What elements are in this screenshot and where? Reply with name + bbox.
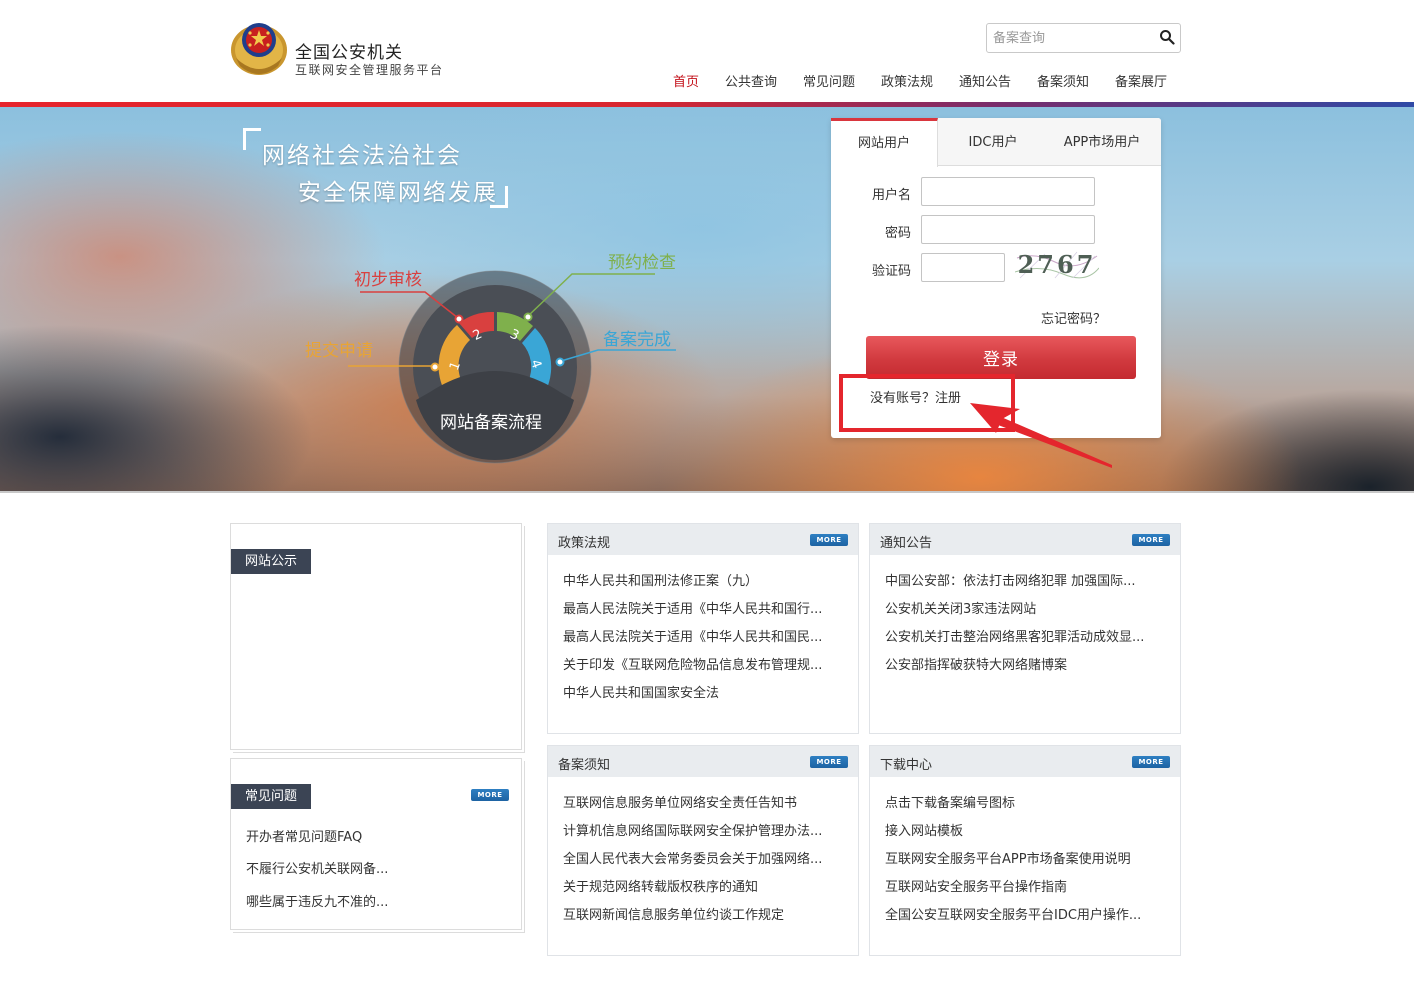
site-notice-card: 网站公示 bbox=[230, 523, 522, 750]
filing-guide-more-button[interactable]: MORE bbox=[810, 756, 848, 768]
site-notice-label: 网站公示 bbox=[231, 549, 312, 574]
flow-dot-2 bbox=[454, 314, 464, 324]
panel-header: 下载中心 MORE bbox=[870, 746, 1180, 777]
search-box bbox=[986, 23, 1181, 53]
nav-notices[interactable]: 通知公告 bbox=[959, 71, 1011, 90]
captcha-input[interactable] bbox=[921, 253, 1005, 282]
captcha-label: 验证码 bbox=[871, 264, 911, 279]
list-item[interactable]: 中华人民共和国刑法修正案（九） bbox=[563, 570, 848, 589]
forgot-password-link[interactable]: 忘记密码？ bbox=[1041, 308, 1106, 327]
logo-subtitle: 互联网安全管理服务平台 bbox=[295, 63, 444, 77]
list-item[interactable]: 全国人民代表大会常务委员会关于加强网络... bbox=[563, 848, 848, 867]
nav-policy[interactable]: 政策法规 bbox=[881, 71, 933, 90]
slogan-bracket-close bbox=[490, 186, 508, 208]
police-emblem-icon bbox=[231, 23, 287, 75]
nav-public-query[interactable]: 公共查询 bbox=[725, 71, 777, 90]
flow-dot-3 bbox=[523, 312, 533, 322]
list-item[interactable]: 最高人民法院关于适用《中华人民共和国行... bbox=[563, 598, 848, 617]
flow-dot-1 bbox=[430, 362, 440, 372]
login-tabs: 网站用户 IDC用户 APP市场用户 bbox=[831, 118, 1161, 167]
list-item[interactable]: 关于印发《互联网危险物品信息发布管理规... bbox=[563, 654, 848, 673]
flow-title: 网站备案流程 bbox=[440, 413, 542, 433]
downloads-more-button[interactable]: MORE bbox=[1132, 756, 1170, 768]
faq-more-button[interactable]: MORE bbox=[471, 789, 509, 801]
faq-item[interactable]: 不履行公安机关联网备... bbox=[246, 858, 388, 877]
panel-title: 备案须知 bbox=[558, 758, 611, 773]
list-item[interactable]: 互联网安全服务平台APP市场备案使用说明 bbox=[885, 848, 1170, 867]
notices-more-button[interactable]: MORE bbox=[1132, 534, 1170, 546]
password-label: 密码 bbox=[884, 226, 911, 241]
list-item[interactable]: 接入网站模板 bbox=[885, 820, 1170, 839]
tab-website-user[interactable]: 网站用户 bbox=[831, 118, 938, 167]
faq-item[interactable]: 开办者常见问题FAQ bbox=[246, 826, 362, 845]
annotation-arrow-icon bbox=[970, 403, 1112, 468]
faq-item[interactable]: 哪些属于违反九不准的... bbox=[246, 891, 388, 910]
username-label: 用户名 bbox=[871, 188, 911, 203]
panel-title: 通知公告 bbox=[880, 536, 933, 551]
flow-step-label-2: 初步审核 bbox=[354, 270, 422, 290]
list-item[interactable]: 公安机关打击整治网络黑客犯罪活动成效显... bbox=[885, 626, 1170, 645]
faq-card: 常见问题 MORE 开办者常见问题FAQ 不履行公安机关联网备... 哪些属于违… bbox=[230, 758, 522, 930]
nav-filing-hall[interactable]: 备案展厅 bbox=[1115, 71, 1167, 90]
panel-filing-guide: 备案须知 MORE 互联网信息服务单位网络安全责任告知书 计算机信息网络国际联网… bbox=[547, 745, 859, 956]
panel-header: 通知公告 MORE bbox=[870, 524, 1180, 555]
list-item[interactable]: 中华人民共和国国家安全法 bbox=[563, 682, 848, 701]
panel-header: 政策法规 MORE bbox=[548, 524, 858, 555]
panel-title: 下载中心 bbox=[880, 758, 933, 773]
list-item[interactable]: 互联网新闻信息服务单位约谈工作规定 bbox=[563, 904, 848, 923]
flow-dot-4 bbox=[555, 357, 565, 367]
nav-faq[interactable]: 常见问题 bbox=[803, 71, 855, 90]
logo-title: 全国公安机关 bbox=[295, 43, 403, 63]
banner-divider bbox=[0, 491, 1414, 493]
slogan-line1: 网络社会法治社会 bbox=[262, 143, 462, 169]
panel-policy: 政策法规 MORE 中华人民共和国刑法修正案（九） 最高人民法院关于适用《中华人… bbox=[547, 523, 859, 734]
search-input[interactable] bbox=[993, 28, 1153, 48]
nav-home[interactable]: 首页 bbox=[673, 71, 699, 90]
list-item[interactable]: 公安部指挥破获特大网络赌博案 bbox=[885, 654, 1170, 673]
slogan-line2: 安全保障网络发展 bbox=[298, 180, 498, 206]
tab-app-market-user[interactable]: APP市场用户 bbox=[1049, 118, 1155, 166]
list-item[interactable]: 点击下载备案编号图标 bbox=[885, 792, 1170, 811]
list-item[interactable]: 最高人民法院关于适用《中华人民共和国民... bbox=[563, 626, 848, 645]
captcha-text: 2767 bbox=[1018, 250, 1097, 279]
policy-more-button[interactable]: MORE bbox=[810, 534, 848, 546]
username-input[interactable] bbox=[921, 177, 1095, 206]
flow-step-label-3: 预约检查 bbox=[608, 253, 676, 273]
password-input[interactable] bbox=[921, 215, 1095, 244]
list-item[interactable]: 互联网站安全服务平台操作指南 bbox=[885, 876, 1170, 895]
page: 全国公安机关 互联网安全管理服务平台 首页 公共查询 常见问题 政策法规 通知公… bbox=[0, 0, 1414, 982]
flow-step-label-4: 备案完成 bbox=[603, 330, 671, 350]
panel-downloads: 下载中心 MORE 点击下载备案编号图标 接入网站模板 互联网安全服务平台APP… bbox=[869, 745, 1181, 956]
header: 全国公安机关 互联网安全管理服务平台 首页 公共查询 常见问题 政策法规 通知公… bbox=[0, 0, 1414, 102]
site-logo[interactable]: 全国公安机关 互联网安全管理服务平台 bbox=[228, 14, 468, 80]
list-item[interactable]: 关于规范网络转载版权秩序的通知 bbox=[563, 876, 848, 895]
panel-title: 政策法规 bbox=[558, 536, 611, 551]
list-item[interactable]: 中国公安部：依法打击网络犯罪 加强国际... bbox=[885, 570, 1170, 589]
panel-header: 备案须知 MORE bbox=[548, 746, 858, 777]
list-item[interactable]: 互联网信息服务单位网络安全责任告知书 bbox=[563, 792, 848, 811]
slogan-bracket-open bbox=[243, 128, 261, 150]
search-icon[interactable] bbox=[1159, 29, 1175, 45]
faq-label: 常见问题 bbox=[231, 784, 312, 809]
login-button[interactable]: 登录 bbox=[866, 336, 1136, 379]
captcha-image[interactable]: 2767 bbox=[1015, 250, 1099, 280]
flow-step-label-1: 提交申请 bbox=[305, 341, 373, 361]
list-item[interactable]: 计算机信息网络国际联网安全保护管理办法... bbox=[563, 820, 848, 839]
panel-notices: 通知公告 MORE 中国公安部：依法打击网络犯罪 加强国际... 公安机关关闭3… bbox=[869, 523, 1181, 734]
list-item[interactable]: 公安机关关闭3家违法网站 bbox=[885, 598, 1170, 617]
nav-filing-guide[interactable]: 备案须知 bbox=[1037, 71, 1089, 90]
list-item[interactable]: 全国公安互联网安全服务平台IDC用户操作... bbox=[885, 904, 1170, 923]
tab-idc-user[interactable]: IDC用户 bbox=[941, 118, 1045, 166]
